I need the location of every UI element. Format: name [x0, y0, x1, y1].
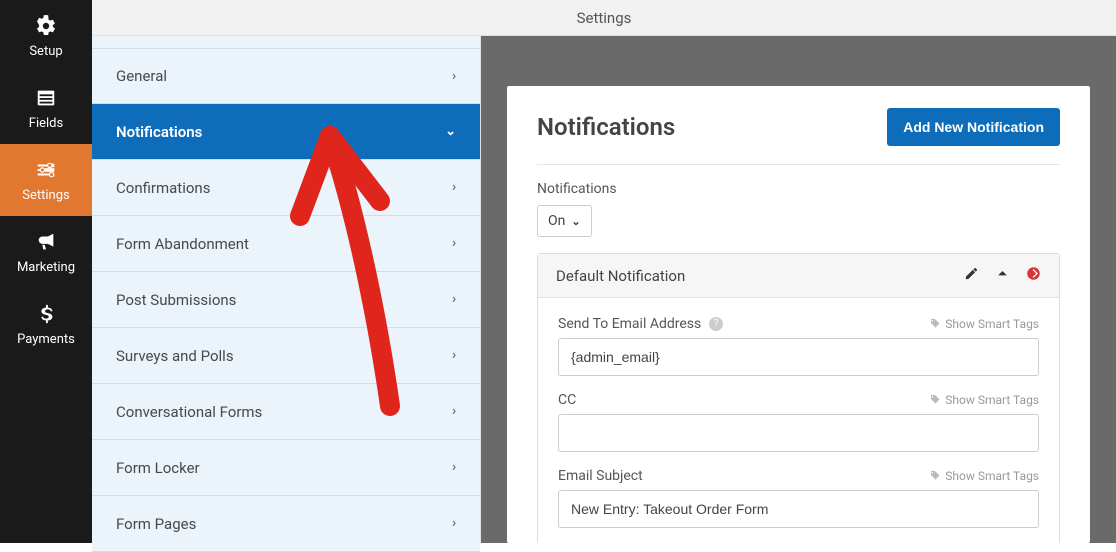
collapse-icon[interactable]	[995, 266, 1010, 285]
help-icon[interactable]: ?	[709, 317, 723, 331]
subject-row: Email Subject Show Smart Tags	[558, 468, 1039, 484]
send-to-label: Send To Email Address ?	[558, 316, 723, 332]
submenu-item-label: Notifications	[116, 123, 202, 141]
add-notification-button[interactable]: Add New Notification	[887, 108, 1060, 146]
submenu-conversational-forms[interactable]: Conversational Forms ›	[92, 384, 480, 440]
nav-setup-label: Setup	[29, 44, 62, 59]
chevron-right-icon: ›	[452, 292, 456, 307]
nav-fields-label: Fields	[29, 116, 63, 131]
smart-tags-text: Show Smart Tags	[945, 393, 1039, 407]
chevron-right-icon: ›	[452, 236, 456, 251]
submenu-form-locker[interactable]: Form Locker ›	[92, 440, 480, 496]
subject-label: Email Subject	[558, 468, 643, 484]
tag-icon	[929, 394, 941, 406]
notification-card-body: Send To Email Address ? Show Smart Tags	[538, 298, 1059, 543]
smart-tags-text: Show Smart Tags	[945, 317, 1039, 331]
nav-setup[interactable]: Setup	[0, 0, 92, 72]
nav-settings-label: Settings	[22, 188, 69, 203]
send-to-row: Send To Email Address ? Show Smart Tags	[558, 316, 1039, 332]
submenu-item-label: General	[116, 67, 167, 85]
nav-fields[interactable]: Fields	[0, 72, 92, 144]
submenu-item-label: Form Pages	[116, 515, 196, 533]
notification-title: Default Notification	[556, 267, 685, 285]
notification-card-header: Default Notification	[538, 254, 1059, 298]
notifications-toggle-select[interactable]: On ⌄	[537, 205, 592, 237]
app-root: Setup Fields Settings Marketing Payments	[0, 0, 1116, 543]
notifications-panel: Notifications Add New Notification Notif…	[507, 86, 1090, 543]
chevron-right-icon: ›	[452, 69, 456, 84]
nav-settings[interactable]: Settings	[0, 144, 92, 216]
submenu-surveys-polls[interactable]: Surveys and Polls ›	[92, 328, 480, 384]
nav-marketing[interactable]: Marketing	[0, 216, 92, 288]
submenu-general[interactable]: General ›	[92, 48, 480, 104]
chevron-right-icon: ›	[452, 404, 456, 419]
smart-tags-text: Show Smart Tags	[945, 469, 1039, 483]
nav-payments-label: Payments	[17, 332, 75, 347]
settings-submenu: General › Notifications ⌄ Confirmations …	[92, 36, 481, 543]
edit-icon[interactable]	[964, 266, 979, 285]
panel-header: Notifications Add New Notification	[537, 108, 1060, 165]
submenu-form-pages[interactable]: Form Pages ›	[92, 496, 480, 552]
submenu-item-label: Form Locker	[116, 459, 200, 477]
gear-icon	[34, 14, 58, 38]
notification-actions	[964, 266, 1041, 285]
subject-input[interactable]	[558, 490, 1039, 528]
panel-title: Notifications	[537, 113, 675, 141]
toggle-value: On	[548, 213, 565, 229]
dollar-icon	[34, 302, 58, 326]
submenu-notifications[interactable]: Notifications ⌄	[92, 104, 480, 160]
label-text: Send To Email Address	[558, 316, 701, 332]
chevron-right-icon: ›	[452, 460, 456, 475]
notifications-toggle-block: Notifications On ⌄	[537, 181, 1060, 237]
chevron-right-icon: ›	[452, 348, 456, 363]
cc-input[interactable]	[558, 414, 1039, 452]
send-to-input[interactable]	[558, 338, 1039, 376]
submenu-item-label: Surveys and Polls	[116, 347, 234, 365]
submenu-item-label: Conversational Forms	[116, 403, 262, 421]
delete-icon[interactable]	[1026, 266, 1041, 285]
cc-label: CC	[558, 392, 576, 408]
main-area: Settings General › Notifications ⌄ Confi…	[92, 0, 1116, 543]
submenu-item-label: Form Abandonment	[116, 235, 249, 253]
sliders-icon	[34, 158, 58, 182]
nav-marketing-label: Marketing	[17, 260, 75, 275]
smart-tags-link[interactable]: Show Smart Tags	[929, 393, 1039, 407]
columns: General › Notifications ⌄ Confirmations …	[92, 36, 1116, 543]
submenu-form-abandonment[interactable]: Form Abandonment ›	[92, 216, 480, 272]
submenu-confirmations[interactable]: Confirmations ›	[92, 160, 480, 216]
chevron-right-icon: ›	[452, 516, 456, 531]
smart-tags-link[interactable]: Show Smart Tags	[929, 469, 1039, 483]
chevron-right-icon: ›	[452, 180, 456, 195]
list-icon	[34, 86, 58, 110]
topbar: Settings	[92, 0, 1116, 36]
nav-payments[interactable]: Payments	[0, 288, 92, 360]
content-wrap: Notifications Add New Notification Notif…	[481, 36, 1116, 543]
submenu-item-label: Confirmations	[116, 179, 210, 197]
bullhorn-icon	[34, 230, 58, 254]
topbar-title: Settings	[577, 9, 632, 27]
tag-icon	[929, 318, 941, 330]
chevron-down-icon: ⌄	[571, 215, 580, 228]
cc-row: CC Show Smart Tags	[558, 392, 1039, 408]
smart-tags-link[interactable]: Show Smart Tags	[929, 317, 1039, 331]
submenu-post-submissions[interactable]: Post Submissions ›	[92, 272, 480, 328]
chevron-down-icon: ⌄	[445, 124, 456, 139]
submenu-item-label: Post Submissions	[116, 291, 236, 309]
notification-card: Default Notification Send To Email Addre…	[537, 253, 1060, 543]
toggle-label: Notifications	[537, 181, 1060, 197]
primary-nav: Setup Fields Settings Marketing Payments	[0, 0, 92, 543]
tag-icon	[929, 470, 941, 482]
